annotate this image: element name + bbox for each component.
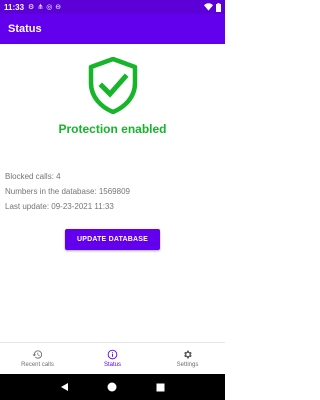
numbers-in-database-text: Numbers in the database: 1569809 [5,187,130,196]
history-icon [32,350,43,359]
stats-info: Blocked calls: 4 Numbers in the database… [5,169,130,214]
nav-label-recent-calls: Recent calls [21,362,54,368]
system-navigation-bar [0,374,225,400]
page-title: Status [8,23,42,35]
recents-button[interactable] [155,381,167,393]
signal-off-icon: ◎ [46,3,53,11]
wifi-icon [204,3,213,11]
update-database-button[interactable]: UPDATE DATABASE [65,229,160,250]
protection-status-text: Protection enabled [58,122,167,136]
dnd-icon: ⊖ [55,3,62,11]
settings-icon: ⚙ [28,3,35,11]
recents-icon [156,383,165,391]
nav-item-recent-calls[interactable]: Recent calls [0,343,75,374]
nav-label-settings: Settings [176,362,199,368]
gear-icon [184,350,192,359]
nav-item-status[interactable]: Status [75,343,150,374]
shield-check-icon [88,57,138,114]
status-time: 11:33 [4,2,25,12]
home-button[interactable] [106,381,118,393]
nav-label-status: Status [103,362,121,368]
battery-icon [216,2,221,12]
app-bar: Status [0,14,225,44]
info-icon [107,349,118,360]
system-status-bar: 11:33 ⚙ ⋔ ◎ ⊖ [0,0,225,14]
home-icon [107,382,117,392]
nav-item-settings[interactable]: Settings [150,343,225,374]
back-icon [60,383,68,391]
back-button[interactable] [58,381,70,393]
share-icon: ⋔ [37,3,44,11]
blocked-calls-text: Blocked calls: 4 [5,172,61,181]
bottom-navigation: Recent calls Status Settings [0,342,225,374]
last-update-text: Last update: 09-23-2021 11:33 [5,202,114,211]
